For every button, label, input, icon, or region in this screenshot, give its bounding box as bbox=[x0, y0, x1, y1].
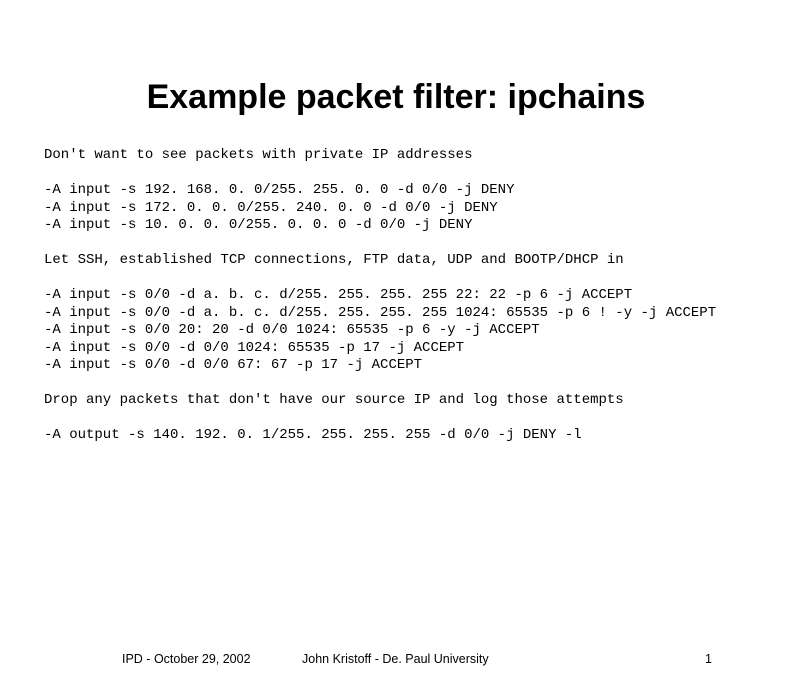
code-line: Don't want to see packets with private I… bbox=[44, 147, 472, 163]
slide-title: Example packet filter: ipchains bbox=[0, 78, 792, 117]
code-line: -A input -s 0/0 -d 0/0 67: 67 -p 17 -j A… bbox=[44, 357, 422, 373]
footer-author: John Kristoff - De. Paul University bbox=[302, 652, 489, 666]
code-line: -A input -s 0/0 -d a. b. c. d/255. 255. … bbox=[44, 305, 716, 321]
code-line: -A input -s 172. 0. 0. 0/255. 240. 0. 0 … bbox=[44, 200, 498, 216]
code-line: -A input -s 0/0 -d a. b. c. d/255. 255. … bbox=[44, 287, 632, 303]
code-line: -A input -s 10. 0. 0. 0/255. 0. 0. 0 -d … bbox=[44, 217, 472, 233]
code-line: -A input -s 192. 168. 0. 0/255. 255. 0. … bbox=[44, 182, 514, 198]
footer-date: IPD - October 29, 2002 bbox=[122, 652, 251, 666]
footer-page-number: 1 bbox=[705, 652, 712, 666]
code-line: -A input -s 0/0 20: 20 -d 0/0 1024: 6553… bbox=[44, 322, 540, 338]
code-line: Let SSH, established TCP connections, FT… bbox=[44, 252, 624, 268]
slide: Example packet filter: ipchains Don't wa… bbox=[0, 78, 792, 690]
code-line: Drop any packets that don't have our sou… bbox=[44, 392, 624, 408]
code-line: -A output -s 140. 192. 0. 1/255. 255. 25… bbox=[44, 427, 582, 443]
slide-content: Don't want to see packets with private I… bbox=[44, 147, 748, 445]
code-line: -A input -s 0/0 -d 0/0 1024: 65535 -p 17… bbox=[44, 340, 464, 356]
